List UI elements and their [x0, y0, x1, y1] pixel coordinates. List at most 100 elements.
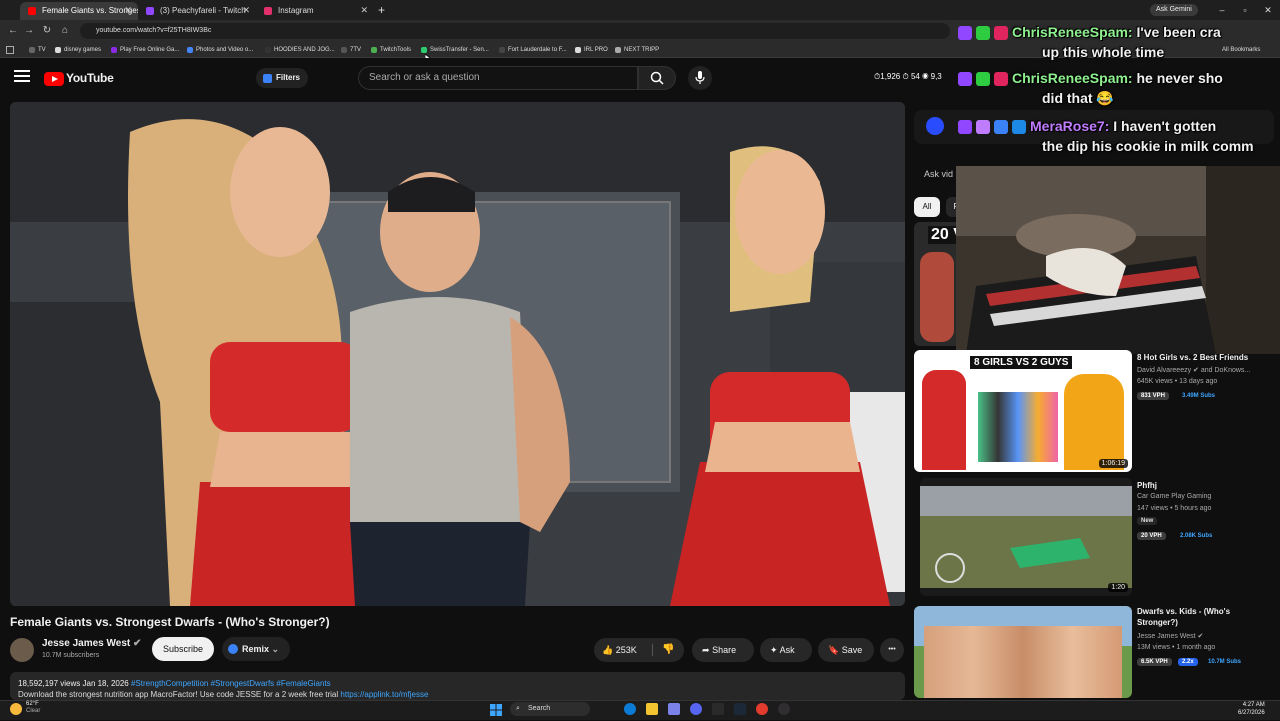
home-icon[interactable]: ⌂	[58, 24, 72, 38]
bookmark-item[interactable]: HOODIES AND JOG...	[264, 44, 335, 56]
video-player[interactable]	[10, 102, 905, 606]
new-tab-button[interactable]: +	[378, 2, 392, 18]
thumbnail-figure	[922, 370, 966, 470]
close-tab-icon[interactable]: ✕	[360, 2, 368, 19]
chat-text: I've been cra	[1132, 24, 1221, 40]
file-explorer-icon[interactable]	[646, 703, 658, 715]
bookmark-item[interactable]: TwitchTools	[370, 44, 411, 56]
hamburger-menu-icon[interactable]	[14, 70, 30, 84]
search-input[interactable]: Search or ask a question	[358, 66, 638, 90]
chat-text: I haven't gotten	[1109, 118, 1217, 134]
related-video-title[interactable]: 8 Hot Girls vs. 2 Best Friends	[1137, 352, 1272, 363]
tab-twitch[interactable]: (3) Peachyfareli - Twitch ✕	[138, 2, 256, 20]
teams-icon[interactable]	[668, 703, 680, 715]
bookmark-item[interactable]: Fort Lauderdale to F...	[498, 44, 567, 56]
related-video-channel[interactable]: David Alvareeezy ✔ and DoKnows...	[1137, 366, 1250, 374]
all-bookmarks-link[interactable]: All Bookmarks	[1222, 44, 1260, 56]
chrome-icon[interactable]	[756, 703, 768, 715]
more-actions-button[interactable]: •••	[880, 638, 904, 662]
minimize-button[interactable]: –	[1212, 2, 1232, 18]
subscriber-count: 10.7M subscribers	[42, 652, 100, 659]
ask-button[interactable]: ✦ Ask	[760, 638, 812, 662]
tab-youtube[interactable]: Female Giants vs. Strongest Dw ✕	[20, 2, 138, 20]
windows-taskbar	[0, 700, 1280, 720]
reload-icon[interactable]: ↻	[40, 24, 54, 38]
chat-badge-icon	[958, 26, 972, 41]
share-button[interactable]: ➦ Share	[692, 638, 754, 662]
video-frame	[10, 102, 905, 606]
tab-label: Instagram	[278, 6, 314, 15]
channel-name[interactable]: Jesse James West ✔	[42, 638, 141, 649]
bookmark-item[interactable]: TV	[28, 44, 46, 56]
related-video-thumbnail[interactable]: 1:20	[920, 478, 1132, 596]
dislike-button[interactable]: 👎	[662, 642, 674, 658]
chat-message: ChrisReneeSpam: I've been cra up this wh…	[958, 22, 1221, 62]
system-clock[interactable]: 4:27 AM 6/27/2026	[1238, 701, 1265, 717]
chat-badge-icon	[994, 120, 1008, 135]
chat-message: MeraRose7: I haven't gotten the dip his …	[958, 116, 1254, 156]
maximize-button[interactable]: ▫	[1235, 2, 1255, 18]
description-link[interactable]: https://applink.to/mfjesse	[340, 690, 428, 699]
voice-search-button[interactable]	[688, 66, 712, 90]
discord-icon[interactable]	[690, 703, 702, 715]
chat-text: he never sho	[1132, 70, 1223, 86]
chip-all[interactable]: All	[914, 197, 940, 217]
chat-badge-icon	[976, 26, 990, 41]
youtube-logo-icon[interactable]	[44, 72, 64, 86]
bookmark-item[interactable]: IRL PRO	[574, 44, 608, 56]
chat-username: MeraRose7:	[1030, 118, 1110, 134]
subscribe-button[interactable]: Subscribe	[152, 637, 214, 661]
channel-avatar[interactable]	[10, 638, 34, 662]
related-video-meta: 147 views • 5 hours ago	[1137, 505, 1212, 512]
related-video-title[interactable]: Phfhj	[1137, 480, 1272, 491]
related-video-thumbnail[interactable]	[914, 606, 1132, 698]
filters-button[interactable]: Filters	[256, 68, 308, 88]
extension-logo-icon[interactable]	[926, 117, 944, 135]
description-text: Download the strongest nutrition app Mac…	[18, 690, 429, 699]
windows-start-icon[interactable]	[490, 703, 502, 716]
save-button[interactable]: 🔖 Save	[818, 638, 874, 662]
bookmark-item[interactable]: 7TV	[340, 44, 361, 56]
bookmark-item[interactable]: Play Free Online Ga...	[110, 44, 179, 56]
forward-icon[interactable]: →	[22, 24, 36, 38]
apps-grid-icon[interactable]	[6, 46, 14, 54]
ask-gemini-button[interactable]: Ask Gemini	[1150, 4, 1198, 16]
steam-icon[interactable]	[734, 703, 746, 715]
search-button[interactable]	[638, 66, 676, 90]
related-video-thumbnail[interactable]: 8 GIRLS VS 2 GUYS 1:06:19	[914, 350, 1132, 472]
weather-icon[interactable]	[10, 703, 22, 715]
weather-widget[interactable]: 62°F Clear	[26, 701, 40, 715]
back-icon[interactable]: ←	[6, 24, 20, 38]
taskbar-search[interactable]: ⌕ Search	[510, 702, 590, 716]
views-date-line: 18,592,197 views Jan 18, 2026 #StrengthC…	[18, 679, 331, 688]
chat-message: ChrisReneeSpam: he never sho did that 😂	[958, 68, 1223, 108]
close-tab-icon[interactable]: ✕	[124, 2, 132, 19]
related-video-channel[interactable]: Car Game Play Gaming	[1137, 493, 1211, 500]
hashtags[interactable]: #StrengthCompetition #StrongestDwarfs #F…	[131, 679, 331, 688]
bookmark-item[interactable]: NEXT TRIPP	[614, 44, 659, 56]
close-window-button[interactable]: ✕	[1258, 2, 1278, 18]
remix-button[interactable]: Remix ⌄	[222, 637, 290, 661]
search-icon	[650, 71, 664, 85]
thumbs-down-icon: 👎	[662, 644, 675, 655]
like-button[interactable]: 👍 253K	[602, 642, 637, 658]
video-duration: 1:06:19	[1098, 459, 1128, 468]
close-tab-icon[interactable]: ✕	[242, 2, 250, 19]
bookmark-item[interactable]: disney games	[54, 44, 101, 56]
twitch-favicon-icon	[146, 7, 154, 15]
extension-icon	[263, 74, 272, 83]
chat-text-cont: up this whole time	[1042, 44, 1165, 60]
multiplier-badge: 2.2x	[1178, 658, 1198, 666]
obs-icon[interactable]	[778, 703, 790, 715]
edge-icon[interactable]	[624, 703, 636, 715]
app-icon[interactable]	[712, 703, 724, 715]
youtube-logo-text[interactable]: YouTube	[66, 71, 114, 85]
ask-video-input[interactable]: Ask vid	[914, 162, 962, 186]
url-field[interactable]: youtube.com/watch?v=f25TH8IW3Bc	[80, 23, 950, 39]
related-video-title[interactable]: Dwarfs vs. Kids - (Who's Stronger?)	[1137, 606, 1272, 628]
related-video-channel[interactable]: Jesse James West ✔	[1137, 632, 1203, 640]
tab-instagram[interactable]: Instagram ✕	[256, 2, 374, 20]
bookmark-item[interactable]: Photos and Video o...	[186, 44, 253, 56]
chat-badge-icon	[994, 26, 1008, 41]
video-duration: 1:20	[1108, 583, 1128, 592]
